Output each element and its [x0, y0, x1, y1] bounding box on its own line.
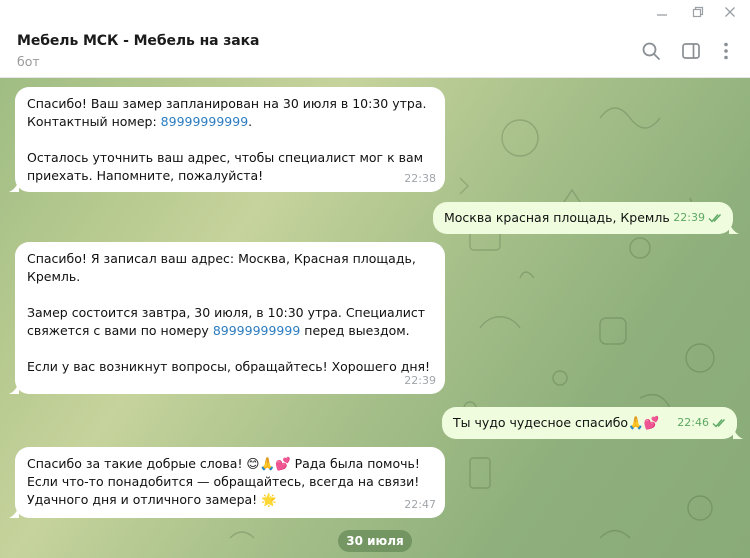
- date-separator[interactable]: 30 июля: [338, 530, 412, 552]
- search-icon[interactable]: [638, 38, 664, 64]
- bubble-tail: [9, 506, 19, 518]
- message-bubble-incoming[interactable]: Спасибо! Ваш замер запланирован на 30 ию…: [9, 87, 445, 192]
- message-bubble-outgoing[interactable]: Ты чудо чудесное спасибо🙏💕 22:46: [442, 407, 743, 439]
- phone-link[interactable]: 89999999999: [213, 323, 300, 338]
- chat-header[interactable]: Мебель МСК - Мебель на зака бот: [0, 24, 750, 78]
- bubble-tail: [9, 180, 19, 192]
- bubble-tail: [9, 382, 19, 394]
- minimize-icon[interactable]: [648, 2, 676, 22]
- double-check-icon: [708, 214, 722, 223]
- message-time: 22:39: [404, 374, 436, 387]
- bubble-tail: [729, 222, 739, 234]
- window-titlebar: [0, 0, 750, 24]
- double-check-icon: [712, 419, 726, 428]
- message-time: 22:47: [404, 498, 436, 511]
- message-time: 22:38: [404, 172, 436, 185]
- message-time: 22:39: [673, 211, 705, 224]
- message-bubble-incoming[interactable]: Спасибо! Я записал ваш адрес: Москва, Кр…: [9, 242, 445, 394]
- phone-link[interactable]: 89999999999: [161, 114, 248, 129]
- close-icon[interactable]: [716, 2, 744, 22]
- chat-messages-area[interactable]: Спасибо! Ваш замер запланирован на 30 ию…: [0, 78, 750, 558]
- telegram-window: Мебель МСК - Мебель на зака бот Спасибо!…: [0, 0, 750, 558]
- message-text: Спасибо за такие добрые слова! 😊🙏💕 Рада …: [27, 456, 420, 507]
- more-vertical-icon[interactable]: [713, 38, 739, 64]
- bubble-tail: [733, 427, 743, 439]
- message-bubble-outgoing[interactable]: Москва красная площадь, Кремль 22:39: [433, 202, 739, 234]
- message-text: Спасибо! Я записал ваш адрес: Москва, Кр…: [27, 250, 433, 376]
- chat-title[interactable]: Мебель МСК - Мебель на зака: [17, 33, 259, 49]
- message-text: Спасибо! Ваш замер запланирован на 30 ию…: [27, 95, 433, 185]
- chat-status: бот: [17, 54, 40, 69]
- message-bubble-incoming[interactable]: Спасибо за такие добрые слова! 😊🙏💕 Рада …: [9, 447, 445, 518]
- restore-icon[interactable]: [684, 2, 712, 22]
- message-time: 22:46: [677, 416, 709, 429]
- side-panel-icon[interactable]: [678, 38, 704, 64]
